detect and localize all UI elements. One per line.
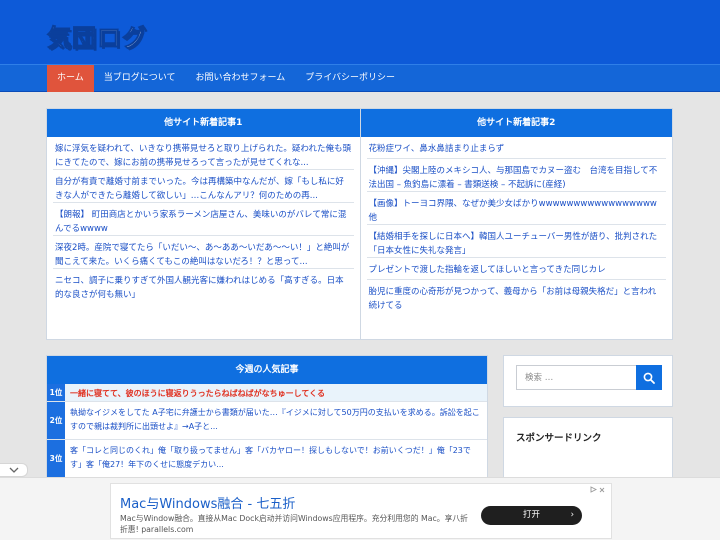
search-input[interactable] [516,365,637,390]
ad-collapse-toggle[interactable] [0,463,28,477]
feed-link[interactable]: 【沖縄】尖閣上陸のメキシコ人、与那国島でカヌー盗む 台湾を目指して不法出国 – … [366,159,666,192]
close-icon[interactable] [599,487,605,493]
nav-item-home[interactable]: ホーム [47,65,94,92]
search-icon [643,372,655,384]
popular-link[interactable]: 客「コレと同じのくれ」俺「取り扱ってません」客「バカヤロー！探しもしないで！お前… [65,440,487,477]
chevron-right-icon: › [570,510,574,520]
popular-link[interactable]: 一緒に寝てて、彼のほうに寝返りうったらねばねばがなちゅーしてくる [65,384,330,401]
feed-link[interactable]: 【画像】トーヨコ界隈、なぜか美少女ばかりwwwwwwwwwwwwwwwww他 [366,192,666,225]
feed-link[interactable]: 深夜2時。産院で寝てたら「いだい〜、あ〜ああ〜いだあ〜〜い！」と絶叫が聞こえて来… [53,236,354,269]
popular-link[interactable]: 執拗なイジメをしてた A子宅に弁護士から書類が届いた…『イジメに対して50万円の… [65,402,487,439]
site-logo[interactable]: 気団ログ [47,18,147,53]
feed-link[interactable]: 自分が有責で離婚寸前までいった。今は再構築中なんだが、嫁「もし私に好きな人ができ… [53,170,354,203]
search-button[interactable] [636,365,662,390]
sponsor-title: スポンサードリンク [516,433,602,444]
nav-item-contact[interactable]: お問い合わせフォーム [185,65,295,92]
ad-badge[interactable] [590,486,605,493]
popular-articles: 今週の人気記事 1位 一緒に寝てて、彼のほうに寝返りうったらねばねばがなちゅーし… [46,355,488,480]
ad-container[interactable]: Mac与Windows融合 - 七五折 Mac与Window融合。直接从Mac … [110,483,612,539]
feed-link[interactable]: 胎児に重度の心奇形が見つかって、義母から「お前は母親失格だ」と言われ続けてる [367,280,667,313]
external-feeds: 他サイト新着記事1 嫁に浮気を疑われて、いきなり携帯見せろと取り上げられた。疑わ… [46,108,673,340]
feed-title: 他サイト新着記事2 [360,109,672,137]
feed-link[interactable]: 【朗報】 町田商店とかいう家系ラーメン店屋さん、美味いのがバレて常に混んでるww… [53,203,354,236]
nav-item-privacy[interactable]: プライバシーポリシー [295,65,405,92]
main-nav: ホーム 当ブログについて お問い合わせフォーム プライバシーポリシー [0,64,720,92]
ad-open-label: 打开 [522,510,540,520]
feed-title: 他サイト新着記事1 [47,109,360,137]
site-header: 気団ログ [0,0,720,64]
search-widget [503,355,673,407]
nav-item-about[interactable]: 当ブログについて [94,65,186,92]
feed-link[interactable]: ニセコ、調子に乗りすぎて外国人観光客に嫌われはじめる「高すぎる。日本的な良さが何… [53,269,354,302]
rank-badge: 2位 [47,402,65,439]
adchoices-icon [590,486,597,493]
popular-title: 今週の人気記事 [47,356,487,384]
rank-badge: 1位 [47,384,65,401]
feed-column-1: 他サイト新着記事1 嫁に浮気を疑われて、いきなり携帯見せろと取り上げられた。疑わ… [47,109,360,339]
feed-link[interactable]: 【結婚相手を探しに日本へ】韓国人ユーチューバー男性が語り、批判された「日本女性に… [366,225,666,258]
feed-link[interactable]: 嫁に浮気を疑われて、いきなり携帯見せろと取り上げられた。疑われた俺も頭にきてたの… [53,137,354,170]
popular-row[interactable]: 2位 執拗なイジメをしてた A子宅に弁護士から書類が届いた…『イジメに対して50… [47,402,487,440]
feed-link[interactable]: プレゼントで渡した指輪を返してほしいと言ってきた同じカレ [366,258,666,280]
ad-banner: Mac与Windows融合 - 七五折 Mac与Window融合。直接从Mac … [0,477,720,540]
popular-row[interactable]: 3位 客「コレと同じのくれ」俺「取り扱ってません」客「バカヤロー！探しもしないで… [47,440,487,478]
ad-description: Mac与Window融合。直接从Mac Dock启动并访问Windows应用程序… [120,514,468,534]
chevron-down-icon [9,467,18,473]
rank-badge: 3位 [47,440,65,477]
feed-column-2: 他サイト新着記事2 花粉症ワイ、鼻水鼻詰まり止まらず 【沖縄】尖閣上陸のメキシコ… [359,109,672,339]
feed-link[interactable]: 花粉症ワイ、鼻水鼻詰まり止まらず [366,137,666,159]
popular-row[interactable]: 1位 一緒に寝てて、彼のほうに寝返りうったらねばねばがなちゅーしてくる [47,384,487,402]
ad-open-button[interactable]: 打开 › [481,506,582,525]
ad-title[interactable]: Mac与Windows融合 - 七五折 [120,493,295,512]
